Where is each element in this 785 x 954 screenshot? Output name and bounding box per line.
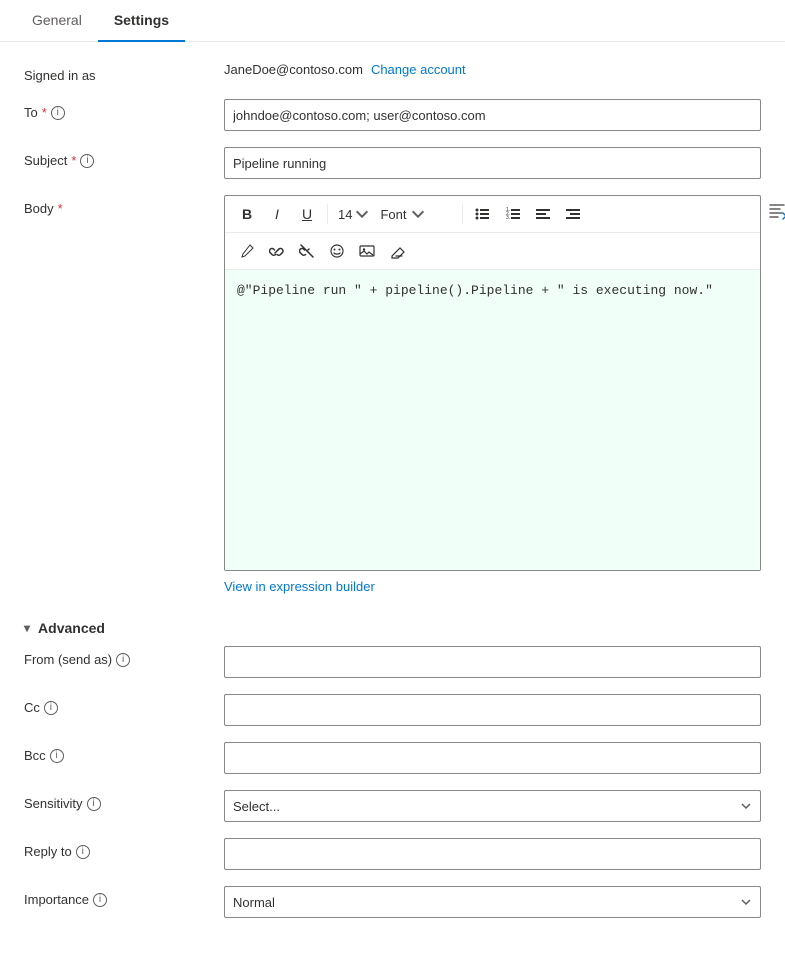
subject-required-marker: * xyxy=(71,153,76,168)
signed-in-label: Signed in as xyxy=(24,62,224,83)
body-editor: B I U 14 Font xyxy=(224,195,761,571)
body-label: Body * xyxy=(24,195,224,216)
cc-info-icon[interactable]: i xyxy=(44,701,58,715)
from-label: From (send as) i xyxy=(24,646,224,667)
svg-text:3.: 3. xyxy=(506,215,510,221)
pen-button[interactable] xyxy=(233,237,261,265)
link-icon xyxy=(269,243,285,259)
align-right-button[interactable] xyxy=(559,200,587,228)
cc-input[interactable] xyxy=(224,694,761,726)
to-row: To * i xyxy=(24,99,761,131)
bullet-list-button[interactable] xyxy=(469,200,497,228)
subject-input[interactable] xyxy=(224,147,761,179)
importance-row: Importance i Low Normal High xyxy=(24,886,761,918)
reply-to-input[interactable] xyxy=(224,838,761,870)
align-left-button[interactable] xyxy=(529,200,557,228)
tab-general[interactable]: General xyxy=(16,0,98,42)
body-row: Body * B I U 14 Font xyxy=(24,195,761,594)
to-input[interactable] xyxy=(224,99,761,131)
sensitivity-label: Sensitivity i xyxy=(24,790,224,811)
sensitivity-control: Select... Normal Personal Private Confid… xyxy=(224,790,761,822)
reply-to-control xyxy=(224,838,761,870)
to-label: To * i xyxy=(24,99,224,120)
subject-info-icon[interactable]: i xyxy=(80,154,94,168)
subject-row: Subject * i xyxy=(24,147,761,179)
font-select[interactable]: Font xyxy=(376,200,456,228)
reply-to-row: Reply to i xyxy=(24,838,761,870)
change-account-link[interactable]: Change account xyxy=(371,62,466,77)
settings-content: Signed in as JaneDoe@contoso.com Change … xyxy=(0,42,785,954)
toolbar-row1: B I U 14 Font xyxy=(225,196,760,233)
signed-in-control: JaneDoe@contoso.com Change account xyxy=(224,62,761,77)
importance-label: Importance i xyxy=(24,886,224,907)
font-size-select[interactable]: 14 xyxy=(334,200,374,228)
subject-control xyxy=(224,147,761,179)
to-control xyxy=(224,99,761,131)
body-expression: @"Pipeline run " + pipeline().Pipeline +… xyxy=(237,283,713,298)
eraser-icon xyxy=(389,243,405,259)
bcc-info-icon[interactable]: i xyxy=(50,749,64,763)
body-editor-content[interactable]: @"Pipeline run " + pipeline().Pipeline +… xyxy=(225,270,760,570)
body-control: B I U 14 Font xyxy=(224,195,761,594)
advanced-section: ▾ Advanced From (send as) i Cc i xyxy=(24,610,761,918)
italic-button[interactable]: I xyxy=(263,200,291,228)
bcc-row: Bcc i xyxy=(24,742,761,774)
toolbar-row2 xyxy=(225,233,760,270)
unlink-button[interactable] xyxy=(293,237,321,265)
bold-button[interactable]: B xyxy=(233,200,261,228)
bcc-label: Bcc i xyxy=(24,742,224,763)
view-expression-builder-link[interactable]: View in expression builder xyxy=(224,579,375,594)
image-icon xyxy=(359,243,375,259)
body-required-marker: * xyxy=(58,201,63,216)
eraser-button[interactable] xyxy=(383,237,411,265)
font-size-chevron-icon xyxy=(354,206,370,222)
reply-to-label: Reply to i xyxy=(24,838,224,859)
signed-in-email: JaneDoe@contoso.com xyxy=(224,62,363,77)
signed-in-row: Signed in as JaneDoe@contoso.com Change … xyxy=(24,62,761,83)
emoji-button[interactable] xyxy=(323,237,351,265)
sensitivity-select[interactable]: Select... Normal Personal Private Confid… xyxy=(224,790,761,822)
numbered-list-icon: 1.2.3. xyxy=(505,206,521,222)
numbered-list-button[interactable]: 1.2.3. xyxy=(499,200,527,228)
tab-settings[interactable]: Settings xyxy=(98,0,185,42)
cc-control xyxy=(224,694,761,726)
sensitivity-row: Sensitivity i Select... Normal Personal … xyxy=(24,790,761,822)
cc-label: Cc i xyxy=(24,694,224,715)
sensitivity-info-icon[interactable]: i xyxy=(87,797,101,811)
link-button[interactable] xyxy=(263,237,291,265)
bcc-control xyxy=(224,742,761,774)
advanced-section-header[interactable]: ▾ Advanced xyxy=(24,610,761,646)
unlink-icon xyxy=(299,243,315,259)
underline-button[interactable]: U xyxy=(293,200,321,228)
image-button[interactable] xyxy=(353,237,381,265)
to-info-icon[interactable]: i xyxy=(51,106,65,120)
from-row: From (send as) i xyxy=(24,646,761,678)
font-chevron-icon xyxy=(410,206,426,222)
from-input[interactable] xyxy=(224,646,761,678)
tab-bar: General Settings xyxy=(0,0,785,42)
bullet-list-icon xyxy=(475,206,491,222)
bcc-input[interactable] xyxy=(224,742,761,774)
align-right-icon xyxy=(565,206,581,222)
from-control xyxy=(224,646,761,678)
align-left-icon xyxy=(535,206,551,222)
importance-select[interactable]: Low Normal High xyxy=(224,886,761,918)
pen-icon xyxy=(239,243,255,259)
from-info-icon[interactable]: i xyxy=(116,653,130,667)
reply-to-info-icon[interactable]: i xyxy=(76,845,90,859)
importance-control: Low Normal High xyxy=(224,886,761,918)
emoji-icon xyxy=(329,243,345,259)
advanced-chevron-icon: ▾ xyxy=(24,621,30,635)
toolbar-divider-1 xyxy=(327,204,328,224)
importance-info-icon[interactable]: i xyxy=(93,893,107,907)
advanced-label: Advanced xyxy=(38,620,105,636)
cc-row: Cc i xyxy=(24,694,761,726)
toolbar-divider-2 xyxy=(462,204,463,224)
dynamic-content-icon[interactable] xyxy=(765,199,785,223)
to-required-marker: * xyxy=(42,105,47,120)
subject-label: Subject * i xyxy=(24,147,224,168)
